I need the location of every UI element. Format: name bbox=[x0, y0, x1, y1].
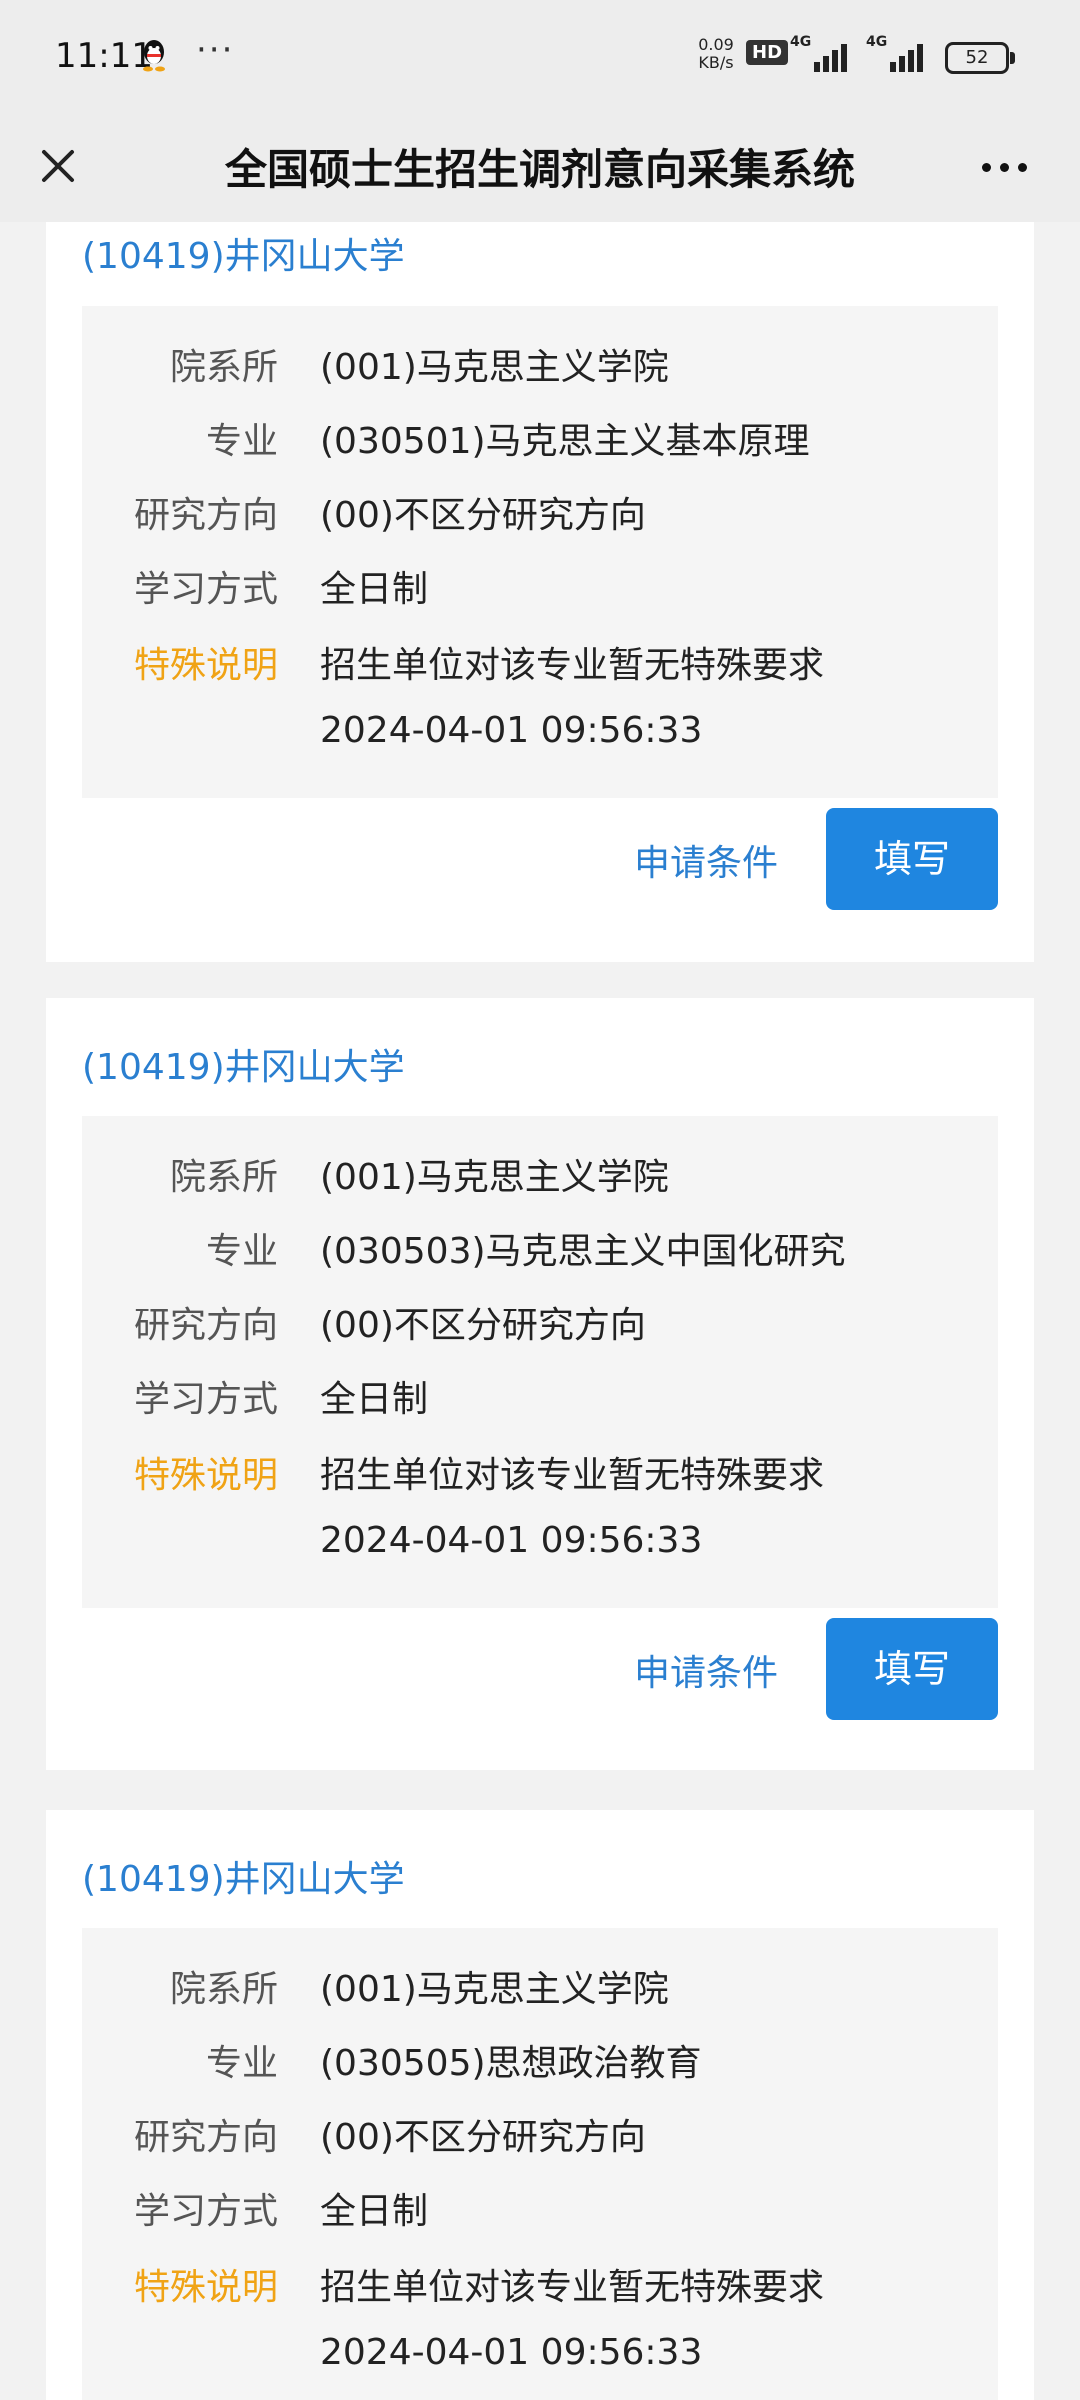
dept-value: (001)马克思主义学院 bbox=[320, 347, 669, 388]
direction-label: 研究方向 bbox=[133, 1305, 278, 1346]
program-list[interactable]: (10419)井冈山大学 院系所 (001)马克思主义学院 专业 (030501… bbox=[0, 222, 1080, 2400]
special-label: 特殊说明 bbox=[133, 645, 278, 686]
dept-row: 院系所 (001)马克思主义学院 bbox=[82, 1134, 998, 1208]
signal-strength-icon: 4G bbox=[866, 34, 926, 72]
special-value: 招生单位对该专业暂无特殊要求 bbox=[320, 1455, 825, 1496]
major-row: 专业 (030501)马克思主义基本原理 bbox=[82, 398, 998, 472]
status-bar: 11:11 ··· 0.09 KB/s HD 4G 4G 52 bbox=[0, 0, 1080, 110]
mode-value: 全日制 bbox=[320, 1379, 429, 1420]
fill-button[interactable]: 填写 bbox=[826, 1618, 998, 1720]
mode-row: 学习方式 全日制 bbox=[82, 1356, 998, 1430]
direction-row: 研究方向 (00)不区分研究方向 bbox=[82, 472, 998, 546]
program-info: 院系所 (001)马克思主义学院 专业 (030501)马克思主义基本原理 研究… bbox=[82, 306, 998, 798]
direction-value: (00)不区分研究方向 bbox=[320, 2117, 646, 2158]
special-label: 特殊说明 bbox=[133, 1455, 278, 1496]
major-value: (030503)马克思主义中国化研究 bbox=[320, 1231, 846, 1272]
timestamp: 2024-04-01 09:56:33 bbox=[320, 1520, 703, 1561]
timestamp-row: 2024-04-01 09:56:33 bbox=[82, 696, 998, 770]
mode-label: 学习方式 bbox=[133, 569, 278, 610]
network-speed: 0.09 KB/s bbox=[690, 36, 742, 72]
fill-button[interactable]: 填写 bbox=[826, 808, 998, 910]
program-card: (10419)井冈山大学 院系所 (001)马克思主义学院 专业 (030505… bbox=[46, 1810, 1034, 2400]
network-speed-unit: KB/s bbox=[698, 53, 734, 72]
major-value: (030501)马克思主义基本原理 bbox=[320, 421, 810, 462]
mode-row: 学习方式 全日制 bbox=[82, 2168, 998, 2242]
university-name: (10419)井冈山大学 bbox=[82, 1047, 405, 1088]
special-row: 特殊说明 招生单位对该专业暂无特殊要求 bbox=[82, 622, 998, 696]
hd-voice-icon: HD bbox=[746, 40, 789, 65]
network-type-2: 4G bbox=[866, 34, 888, 50]
signal-strength-icon: 4G bbox=[790, 34, 850, 72]
university-name: (10419)井冈山大学 bbox=[82, 1859, 405, 1900]
more-options-icon[interactable] bbox=[970, 136, 1040, 196]
app-header: 全国硕士生招生调剂意向采集系统 bbox=[0, 110, 1080, 222]
major-label: 专业 bbox=[205, 421, 278, 462]
special-value: 招生单位对该专业暂无特殊要求 bbox=[320, 645, 825, 686]
dept-row: 院系所 (001)马克思主义学院 bbox=[82, 324, 998, 398]
dept-value: (001)马克思主义学院 bbox=[320, 1157, 669, 1198]
special-label: 特殊说明 bbox=[133, 2267, 278, 2308]
program-card: (10419)井冈山大学 院系所 (001)马克思主义学院 专业 (030501… bbox=[46, 222, 1034, 962]
timestamp: 2024-04-01 09:56:33 bbox=[320, 710, 703, 751]
major-row: 专业 (030505)思想政治教育 bbox=[82, 2020, 998, 2094]
mode-label: 学习方式 bbox=[133, 1379, 278, 1420]
direction-row: 研究方向 (00)不区分研究方向 bbox=[82, 1282, 998, 1356]
direction-row: 研究方向 (00)不区分研究方向 bbox=[82, 2094, 998, 2168]
dept-label: 院系所 bbox=[169, 1157, 278, 1198]
major-label: 专业 bbox=[205, 2043, 278, 2084]
more-notifications-icon: ··· bbox=[196, 30, 235, 70]
mode-value: 全日制 bbox=[320, 569, 429, 610]
dept-value: (001)马克思主义学院 bbox=[320, 1969, 669, 2010]
mode-label: 学习方式 bbox=[133, 2191, 278, 2232]
qq-penguin-icon bbox=[143, 40, 165, 72]
page-title: 全国硕士生招生调剂意向采集系统 bbox=[224, 145, 855, 194]
dept-label: 院系所 bbox=[169, 1969, 278, 2010]
mode-row: 学习方式 全日制 bbox=[82, 546, 998, 620]
battery-icon: 52 bbox=[945, 42, 1015, 74]
direction-value: (00)不区分研究方向 bbox=[320, 1305, 646, 1346]
apply-conditions-link[interactable]: 申请条件 bbox=[634, 1644, 778, 1696]
program-card: (10419)井冈山大学 院系所 (001)马克思主义学院 专业 (030503… bbox=[46, 998, 1034, 1770]
timestamp-row: 2024-04-01 09:56:33 bbox=[82, 1506, 998, 1580]
dept-label: 院系所 bbox=[169, 347, 278, 388]
mode-value: 全日制 bbox=[320, 2191, 429, 2232]
timestamp: 2024-04-01 09:56:33 bbox=[320, 2332, 703, 2373]
direction-value: (00)不区分研究方向 bbox=[320, 495, 646, 536]
special-row: 特殊说明 招生单位对该专业暂无特殊要求 bbox=[82, 1432, 998, 1506]
major-value: (030505)思想政治教育 bbox=[320, 2043, 702, 2084]
university-name: (10419)井冈山大学 bbox=[82, 236, 405, 277]
timestamp-row: 2024-04-01 09:56:33 bbox=[82, 2318, 998, 2392]
dept-row: 院系所 (001)马克思主义学院 bbox=[82, 1946, 998, 2020]
battery-level: 52 bbox=[965, 47, 989, 68]
apply-conditions-link[interactable]: 申请条件 bbox=[634, 834, 778, 886]
special-value: 招生单位对该专业暂无特殊要求 bbox=[320, 2267, 825, 2308]
network-type-1: 4G bbox=[790, 34, 812, 50]
major-label: 专业 bbox=[205, 1231, 278, 1272]
direction-label: 研究方向 bbox=[133, 495, 278, 536]
program-info: 院系所 (001)马克思主义学院 专业 (030503)马克思主义中国化研究 研… bbox=[82, 1116, 998, 1608]
program-info: 院系所 (001)马克思主义学院 专业 (030505)思想政治教育 研究方向 … bbox=[82, 1928, 998, 2400]
major-row: 专业 (030503)马克思主义中国化研究 bbox=[82, 1208, 998, 1282]
special-row: 特殊说明 招生单位对该专业暂无特殊要求 bbox=[82, 2244, 998, 2318]
direction-label: 研究方向 bbox=[133, 2117, 278, 2158]
network-speed-value: 0.09 bbox=[698, 35, 734, 54]
